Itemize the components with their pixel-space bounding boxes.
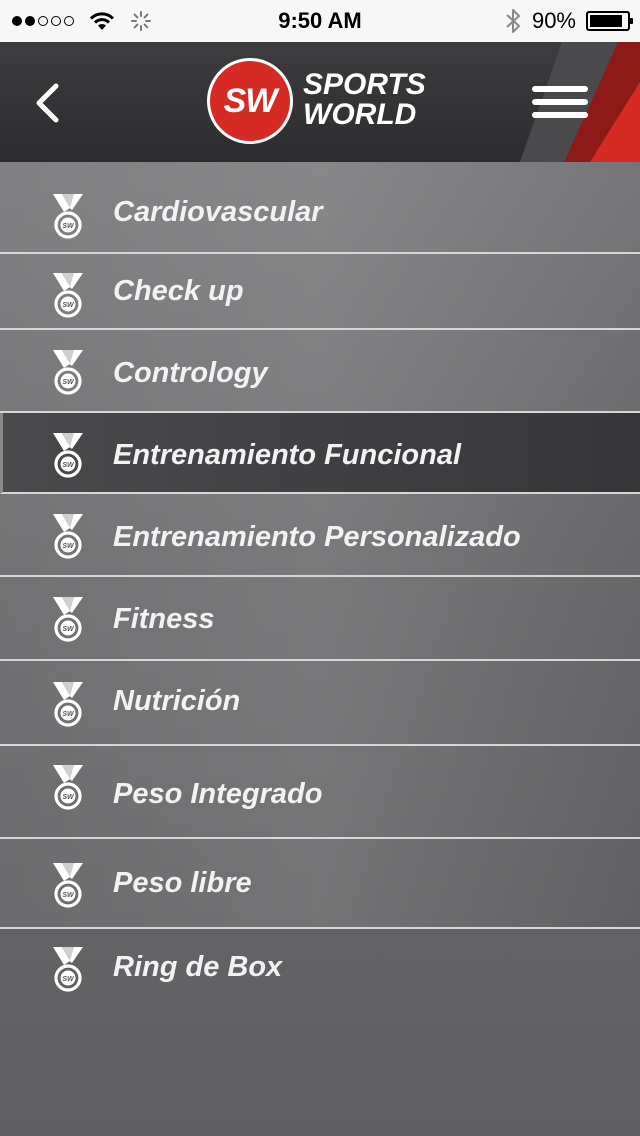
list-item[interactable]: Peso Integrado xyxy=(0,746,640,839)
list-item-label: Peso libre xyxy=(113,867,252,899)
list-item-label: Ring de Box xyxy=(113,951,283,983)
logo-line-2: WORLD xyxy=(303,98,417,131)
medal-icon xyxy=(51,512,85,559)
status-bar: 9:50 AM 90% xyxy=(0,0,640,42)
medal-icon xyxy=(51,595,85,642)
list-item-label: Fitness xyxy=(113,603,215,635)
list-item-label: Contrology xyxy=(113,357,268,389)
battery-percentage: 90% xyxy=(531,8,576,33)
list-item[interactable]: Nutrición xyxy=(0,661,640,746)
medal-icon xyxy=(51,861,85,908)
list-item[interactable]: Ring de Box xyxy=(0,929,640,1013)
medal-icon xyxy=(51,763,85,810)
medal-icon xyxy=(51,348,85,395)
list-item[interactable]: Cardiovascular xyxy=(0,162,640,254)
list-item[interactable]: Contrology xyxy=(0,330,640,413)
list-item-label: Nutrición xyxy=(113,685,241,717)
list-item[interactable]: Fitness xyxy=(0,577,640,661)
logo-wordmark: SPORTS WORLD xyxy=(303,70,426,130)
hamburger-menu-button[interactable] xyxy=(532,86,588,126)
chevron-left-icon xyxy=(36,83,59,123)
category-list: Cardiovascular Check up Contrology Entre… xyxy=(0,162,640,1136)
medal-icon xyxy=(51,192,85,239)
list-item-label: Cardiovascular xyxy=(113,196,323,228)
list-item[interactable]: Peso libre xyxy=(0,839,640,929)
logo-line-1: SPORTS xyxy=(303,68,426,101)
list-item-selected[interactable]: Entrenamiento Funcional xyxy=(0,413,640,494)
list-item-label: Check up xyxy=(113,275,244,307)
medal-icon xyxy=(51,271,85,318)
back-button[interactable] xyxy=(30,78,70,128)
bluetooth-icon xyxy=(506,9,520,33)
list-item-label: Entrenamiento Funcional xyxy=(113,439,462,471)
medal-icon xyxy=(51,680,85,727)
app-header: SW SPORTS WORLD xyxy=(0,42,640,162)
list-item[interactable]: Entrenamiento Personalizado xyxy=(0,494,640,577)
logo-mark: SW xyxy=(207,58,293,144)
medal-icon xyxy=(51,431,85,478)
battery-icon xyxy=(586,11,633,31)
hamburger-menu-icon xyxy=(532,86,588,118)
list-item-label: Entrenamiento Personalizado xyxy=(113,521,521,553)
medal-icon xyxy=(51,945,85,992)
list-item[interactable]: Check up xyxy=(0,254,640,330)
logo-mark-text: SW xyxy=(223,81,278,120)
status-right: 90% xyxy=(504,0,633,42)
list-item-label: Peso Integrado xyxy=(113,778,323,810)
sports-world-logo: SW SPORTS WORLD xyxy=(207,56,447,146)
